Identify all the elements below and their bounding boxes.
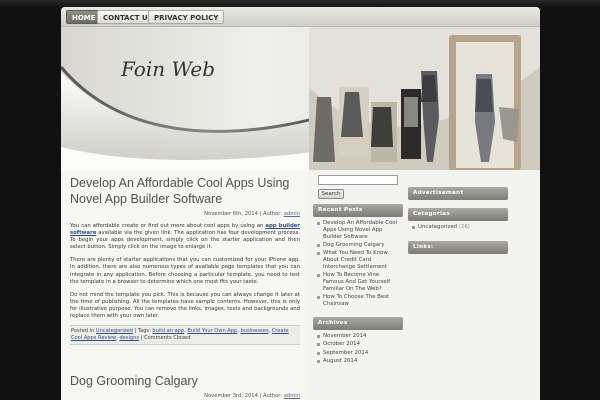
paragraph-text: You can affordable create or find out mo… — [70, 223, 266, 229]
post-date: November 6th, 2014 — [204, 211, 258, 217]
sidebar-right: Advertisement Categories Uncategorized (… — [408, 170, 508, 255]
widget-title: Advertisement — [408, 187, 508, 200]
post-meta: November 3rd, 2014 | Author: admin — [204, 393, 300, 399]
post-meta: November 6th, 2014 | Author: admin — [204, 211, 300, 217]
category-item[interactable]: Uncategorized (26) — [412, 224, 506, 231]
post-footer: Posted in Uncategorized | Tags: build an… — [70, 325, 300, 346]
widget-title: Recent Posts — [313, 204, 403, 217]
post-paragraph: You can affordable create or find out mo… — [70, 223, 300, 251]
post-title[interactable]: Dog Grooming Calgary — [70, 373, 300, 389]
recent-post-link[interactable]: How To Become Vine Famous And Get Yourse… — [317, 272, 401, 292]
author-label: Author: — [262, 211, 283, 217]
post-body: You can affordable create or find out mo… — [70, 223, 300, 320]
nav-privacy-policy[interactable]: PRIVACY POLICY — [148, 10, 225, 24]
search-input[interactable] — [318, 175, 398, 185]
fashion-boutique-photo — [309, 27, 540, 170]
links-widget: Links: — [408, 241, 508, 255]
recent-posts-widget: Recent Posts Develop An Affordable Cool … — [313, 204, 403, 312]
archive-link[interactable]: September 2014 — [317, 350, 401, 357]
comments-status: | Comments Closed — [140, 335, 191, 342]
recent-post-link[interactable]: Dog Grooming Calgary — [317, 242, 401, 249]
widget-title: Categories — [408, 208, 508, 221]
category-count: (26) — [458, 224, 470, 230]
paragraph-text: available via the given link. The applic… — [70, 230, 300, 251]
widget-title: Links: — [408, 241, 508, 255]
main-content: Develop An Affordable Cool Apps Using No… — [61, 170, 308, 400]
posted-in-label: Posted in — [71, 328, 95, 335]
archive-link[interactable]: October 2014 — [317, 341, 401, 348]
author-label: Author: — [262, 393, 283, 399]
author-link[interactable]: admin — [284, 393, 300, 399]
tag-link[interactable]: businesses — [241, 328, 269, 334]
sidebar-left: Search Recent Posts Develop An Affordabl… — [313, 170, 403, 369]
archives-widget: Archives November 2014 October 2014 Sept… — [313, 317, 403, 369]
post-paragraph: There are plenty of starter applications… — [70, 257, 300, 285]
search-button[interactable]: Search — [318, 189, 344, 199]
post-date: November 3rd, 2014 — [204, 393, 258, 399]
archive-link[interactable]: August 2014 — [317, 358, 401, 365]
archive-link[interactable]: November 2014 — [317, 333, 401, 340]
recent-post-link[interactable]: Develop An Affordable Cool Apps Using No… — [317, 220, 401, 240]
tag-link[interactable]: build an app — [152, 328, 184, 334]
recent-post-link[interactable]: How To Choose The Best Chainsaw — [317, 294, 401, 308]
site-title[interactable]: Foin Web — [121, 57, 215, 81]
site-header: Foin Web — [61, 27, 540, 170]
author-link[interactable]: admin — [284, 211, 300, 217]
categories-widget: Categories Uncategorized (26) — [408, 208, 508, 235]
category-link[interactable]: Uncategorized — [96, 328, 133, 334]
post-paragraph: Do not mind the template you pick. This … — [70, 291, 300, 320]
category-link[interactable]: Uncategorized — [418, 224, 457, 230]
advertisement-widget: Advertisement — [408, 187, 508, 200]
post-title[interactable]: Develop An Affordable Cool Apps Using No… — [70, 175, 300, 207]
tag-link[interactable]: designs — [119, 335, 139, 341]
top-nav: HOME CONTACT US PRIVACY POLICY — [61, 7, 540, 27]
recent-post-link[interactable]: What You Need To Know About Credit Card … — [317, 250, 401, 270]
tag-link[interactable]: Build Your Own App — [187, 328, 237, 334]
page-container: HOME CONTACT US PRIVACY POLICY Foin Web — [61, 7, 540, 400]
tags-label: | Tags: — [134, 328, 151, 335]
post-2: Dog Grooming Calgary November 3rd, 2014 … — [70, 373, 300, 399]
widget-title: Archives — [313, 317, 403, 331]
post-1: Develop An Affordable Cool Apps Using No… — [70, 175, 300, 346]
